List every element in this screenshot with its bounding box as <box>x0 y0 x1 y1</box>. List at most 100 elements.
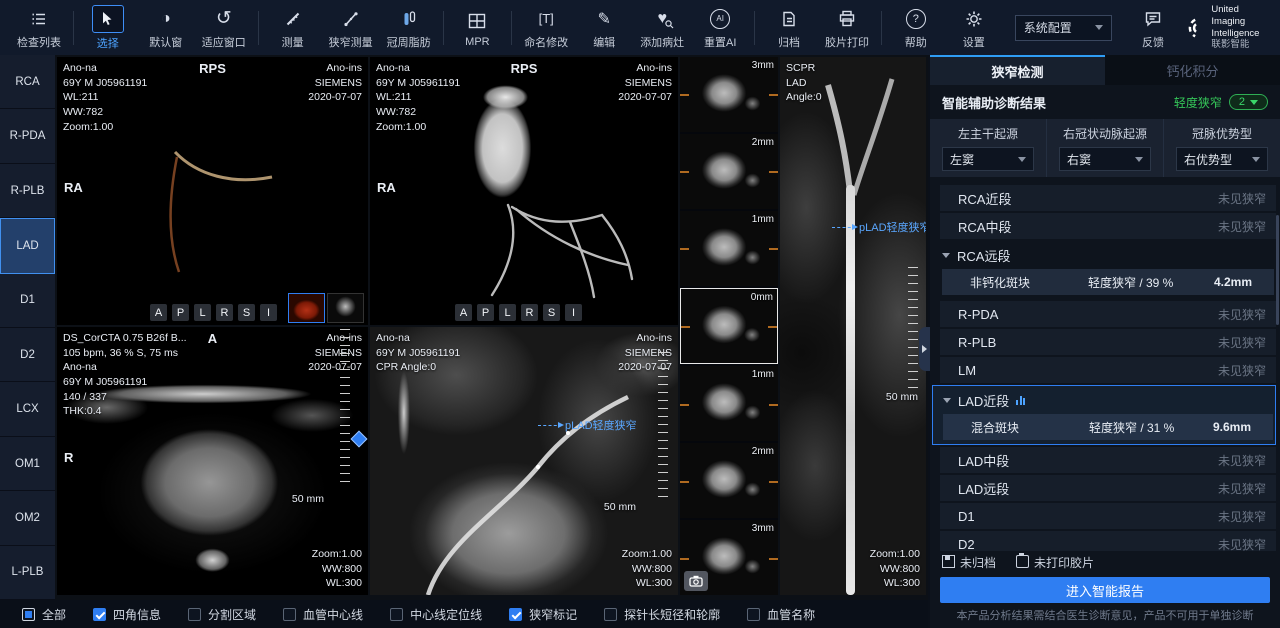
sidebar-item-d1[interactable]: D1 <box>0 274 55 328</box>
cross-section-thumbnail-selected[interactable]: 0mm <box>680 288 778 365</box>
checkbox-centerline-locator[interactable]: 中心线定位线 <box>390 606 482 623</box>
stenosis-annotation[interactable]: pLAD轻度狭窄 <box>538 417 637 433</box>
exam-list-button[interactable]: 检查列表 <box>10 6 68 50</box>
segment-row-d2[interactable]: D2 未见狭窄 <box>940 531 1276 551</box>
sidebar-item-om2[interactable]: OM2 <box>0 491 55 545</box>
orient-s-button[interactable]: S <box>238 304 255 321</box>
pericoronary-fat-button[interactable]: 冠周脂肪 <box>380 6 438 50</box>
mpr-button[interactable]: MPR <box>448 8 506 48</box>
checkbox-segmentation-region[interactable]: 分割区域 <box>188 606 256 623</box>
sidebar-item-rca[interactable]: RCA <box>0 55 55 109</box>
stenosis-annotation[interactable]: pLAD轻度狭窄 <box>832 219 926 235</box>
snapshot-button[interactable] <box>684 571 708 591</box>
fit-window-button[interactable]: ↺ 适应窗口 <box>195 6 253 50</box>
checkbox-probe-axes-contour[interactable]: 探针长短径和轮廓 <box>604 606 720 623</box>
lesion-row-selected[interactable]: 混合斑块 轻度狭窄 / 31 % 9.6mm <box>943 414 1273 440</box>
reset-ai-button[interactable]: AI 重置AI <box>691 6 749 50</box>
checkbox-corner-info[interactable]: 四角信息 <box>93 606 161 623</box>
feedback-button[interactable]: 反馈 <box>1124 6 1182 50</box>
severity-count-dropdown[interactable]: 2 <box>1229 94 1268 110</box>
checkbox-all[interactable]: 全部 <box>22 606 66 623</box>
sidebar-item-l-plb[interactable]: L-PLB <box>0 546 55 600</box>
help-button[interactable]: ? 帮助 <box>887 6 945 50</box>
checkbox-label: 血管中心线 <box>303 606 363 623</box>
overlay-line: 2020-07-07 <box>618 90 672 105</box>
study-info-overlay: Ano-ins SIEMENS 2020-07-07 <box>308 61 362 105</box>
sidebar-item-r-pda[interactable]: R-PDA <box>0 109 55 163</box>
orient-p-button[interactable]: P <box>477 304 494 321</box>
film-print-button[interactable]: 胶片打印 <box>818 6 876 50</box>
vr-preset-heart-thumbnail[interactable] <box>288 293 325 323</box>
settings-button[interactable]: 设置 <box>945 6 1003 50</box>
checkbox-stenosis-marker[interactable]: 狭窄标记 <box>509 606 577 623</box>
system-config-dropdown[interactable]: 系统配置 <box>1015 15 1112 41</box>
rca-origin-dropdown[interactable]: 右窦 <box>1059 147 1151 171</box>
orient-r-button[interactable]: R <box>521 304 538 321</box>
tab-calcium-score[interactable]: 钙化积分 <box>1105 55 1280 85</box>
overlay-line: Zoom:1.00 <box>63 120 147 135</box>
segment-row-rca-proximal[interactable]: RCA近段 未见狭窄 <box>940 185 1276 211</box>
vr-3d-panel[interactable]: Ano-na 69Y M J05961191 WL:211 WW:782 Zoo… <box>57 57 368 325</box>
segment-row-lad-mid[interactable]: LAD中段 未见狭窄 <box>940 447 1276 473</box>
enter-report-button[interactable]: 进入智能报告 <box>940 577 1270 603</box>
orient-a-button[interactable]: A <box>150 304 167 321</box>
dominance-dropdown[interactable]: 右优势型 <box>1176 147 1268 171</box>
orient-l-button[interactable]: L <box>499 304 516 321</box>
segment-row-rca-mid[interactable]: RCA中段 未见狭窄 <box>940 213 1276 239</box>
sidebar-item-om1[interactable]: OM1 <box>0 437 55 491</box>
panel-collapse-handle[interactable] <box>919 327 930 371</box>
segment-row-lm[interactable]: LM 未见狭窄 <box>940 357 1276 383</box>
lm-origin-dropdown[interactable]: 左窦 <box>942 147 1034 171</box>
stenosis-measure-button[interactable]: 狭窄测量 <box>322 6 380 50</box>
segment-group-lad-proximal-selected[interactable]: LAD近段 混合斑块 轻度狭窄 / 31 % 9.6mm <box>932 385 1276 445</box>
cross-section-thumbnail[interactable]: 1mm <box>680 366 778 441</box>
cross-section-thumbnail[interactable]: 3mm <box>680 57 778 132</box>
cross-section-thumbnail[interactable]: 1mm <box>680 211 778 286</box>
checkbox-vessel-centerline[interactable]: 血管中心线 <box>283 606 363 623</box>
vr-preset-vessel-thumbnail[interactable] <box>327 293 364 323</box>
default-window-button[interactable]: ◑ 默认窗 <box>137 6 195 50</box>
archive-label: 归档 <box>778 34 800 50</box>
tab-stenosis-detection[interactable]: 狭窄检测 <box>930 55 1105 85</box>
orient-l-button[interactable]: L <box>194 304 211 321</box>
add-lesion-button[interactable]: ♥ 添加病灶 <box>633 6 691 50</box>
scale-label: 50 mm <box>292 493 324 505</box>
segment-row-r-plb[interactable]: R-PLB 未见狭窄 <box>940 329 1276 355</box>
sidebar-item-lcx[interactable]: LCX <box>0 382 55 436</box>
orient-i-button[interactable]: I <box>565 304 582 321</box>
segment-row-d1[interactable]: D1 未见狭窄 <box>940 503 1276 529</box>
severity-summary[interactable]: 轻度狭窄 2 <box>1174 94 1268 111</box>
cross-section-thumbnail[interactable]: 2mm <box>680 134 778 209</box>
axial-ct-panel[interactable]: DS_CorCTA 0.75 B26f B... 105 bpm, 36 % S… <box>57 327 368 595</box>
overlay-line: Zoom:1.00 <box>312 547 362 562</box>
checkbox-vessel-name[interactable]: 血管名称 <box>747 606 815 623</box>
chart-icon[interactable] <box>1016 395 1025 405</box>
overlay-line: SCPR <box>786 61 822 76</box>
edit-button[interactable]: ✎ 编辑 <box>575 6 633 50</box>
segment-row-lad-distal[interactable]: LAD远段 未见狭窄 <box>940 475 1276 501</box>
severity-count: 2 <box>1239 96 1245 108</box>
sidebar-item-lad[interactable]: LAD <box>0 218 55 273</box>
segment-row-r-pda[interactable]: R-PDA 未见狭窄 <box>940 301 1276 327</box>
segment-group-header[interactable]: RCA远段 <box>932 243 1276 267</box>
sidebar-item-d2[interactable]: D2 <box>0 328 55 382</box>
select-tool-button[interactable]: 选择 <box>79 5 137 51</box>
segment-group-rca-distal[interactable]: RCA远段 非钙化斑块 轻度狭窄 / 39 % 4.2mm <box>932 241 1276 299</box>
rename-button[interactable]: [T] 命名修改 <box>517 6 575 50</box>
orient-p-button[interactable]: P <box>172 304 189 321</box>
lesion-row[interactable]: 非钙化斑块 轻度狭窄 / 39 % 4.2mm <box>942 269 1274 295</box>
orient-s-button[interactable]: S <box>543 304 560 321</box>
cpr-panel[interactable]: Ano-na 69Y M J05961191 CPR Angle:0 Ano-i… <box>370 327 678 595</box>
orient-a-button[interactable]: A <box>455 304 472 321</box>
archive-button[interactable]: 归档 <box>760 6 818 50</box>
orient-r-button[interactable]: R <box>216 304 233 321</box>
orient-i-button[interactable]: I <box>260 304 277 321</box>
measure-button[interactable]: 测量 <box>264 6 322 50</box>
segment-group-header[interactable]: LAD近段 <box>933 388 1275 412</box>
scale-label: 50 mm <box>886 391 918 403</box>
mip-panel[interactable]: Ano-na 69Y M J05961191 WL:211 WW:782 Zoo… <box>370 57 678 325</box>
cross-section-thumbnail[interactable]: 2mm <box>680 443 778 518</box>
scrollbar-thumb[interactable] <box>1276 215 1279 325</box>
sidebar-item-r-plb[interactable]: R-PLB <box>0 164 55 218</box>
scpr-panel[interactable]: SCPR LAD Angle:0 pLAD轻度狭窄 50 mm Zoom:1.0… <box>780 57 926 595</box>
